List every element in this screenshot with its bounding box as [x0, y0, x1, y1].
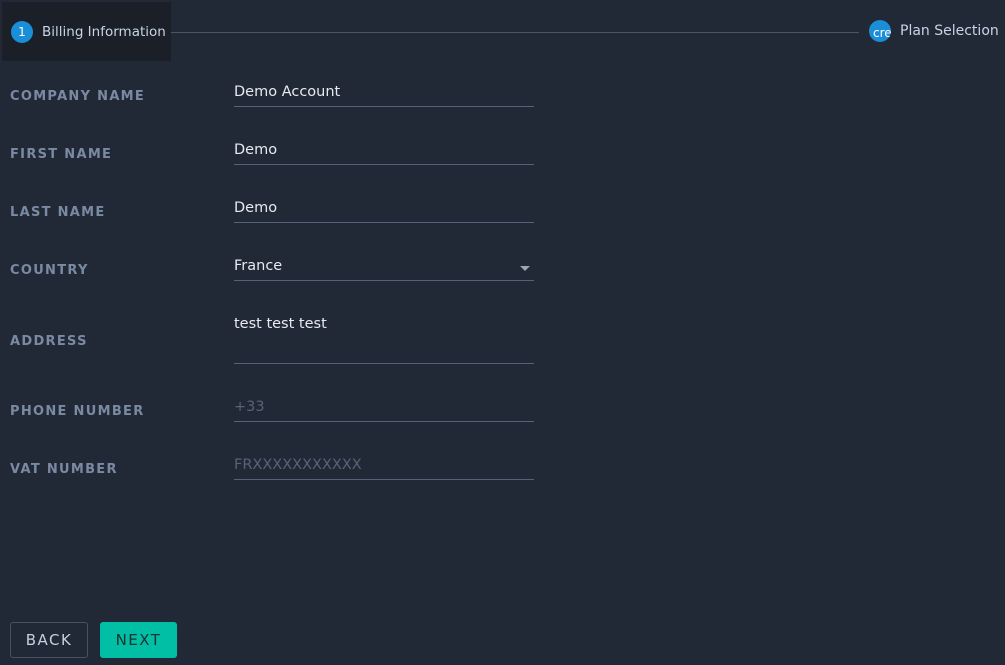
last-name-input[interactable]: Demo — [234, 196, 534, 223]
vat-number-input[interactable]: FRXXXXXXXXXXX — [234, 453, 534, 480]
vat-number-label: VAT Number — [10, 462, 118, 477]
country-value: France — [234, 258, 283, 274]
stepper: 1 Billing Information cre Plan Selection — [0, 0, 1005, 62]
phone-number-label: Phone Number — [10, 404, 145, 419]
next-button[interactable]: NEXT — [100, 622, 177, 658]
first-name-label: First Name — [10, 147, 113, 162]
first-name-value: Demo — [234, 142, 278, 158]
last-name-label: Last Name — [10, 205, 106, 220]
last-name-value: Demo — [234, 200, 278, 216]
first-name-input[interactable]: Demo — [234, 138, 534, 165]
step-number-badge: 1 — [11, 20, 33, 43]
vat-number-placeholder: FRXXXXXXXXXXX — [234, 457, 362, 473]
step-icon-badge: cre — [869, 20, 891, 42]
company-name-label: Company Name — [10, 89, 146, 104]
step-connector — [171, 32, 859, 33]
country-label: Country — [10, 263, 89, 278]
country-select[interactable]: France — [234, 254, 534, 281]
address-value: test test test — [234, 316, 327, 332]
phone-number-placeholder: +33 — [234, 399, 265, 415]
company-name-input[interactable]: Demo Account — [234, 80, 534, 107]
step-label: Plan Selection — [900, 23, 999, 39]
company-name-value: Demo Account — [234, 84, 341, 100]
step-label: Billing Information — [42, 23, 166, 40]
address-label: Address — [10, 334, 88, 349]
chevron-down-icon — [520, 266, 530, 271]
step-plan-selection[interactable]: cre Plan Selection — [869, 20, 999, 42]
step-billing-information[interactable]: 1 Billing Information — [2, 2, 171, 61]
address-textarea[interactable]: test test test — [234, 312, 534, 364]
back-button[interactable]: BACK — [10, 622, 88, 658]
phone-number-input[interactable]: +33 — [234, 395, 534, 422]
